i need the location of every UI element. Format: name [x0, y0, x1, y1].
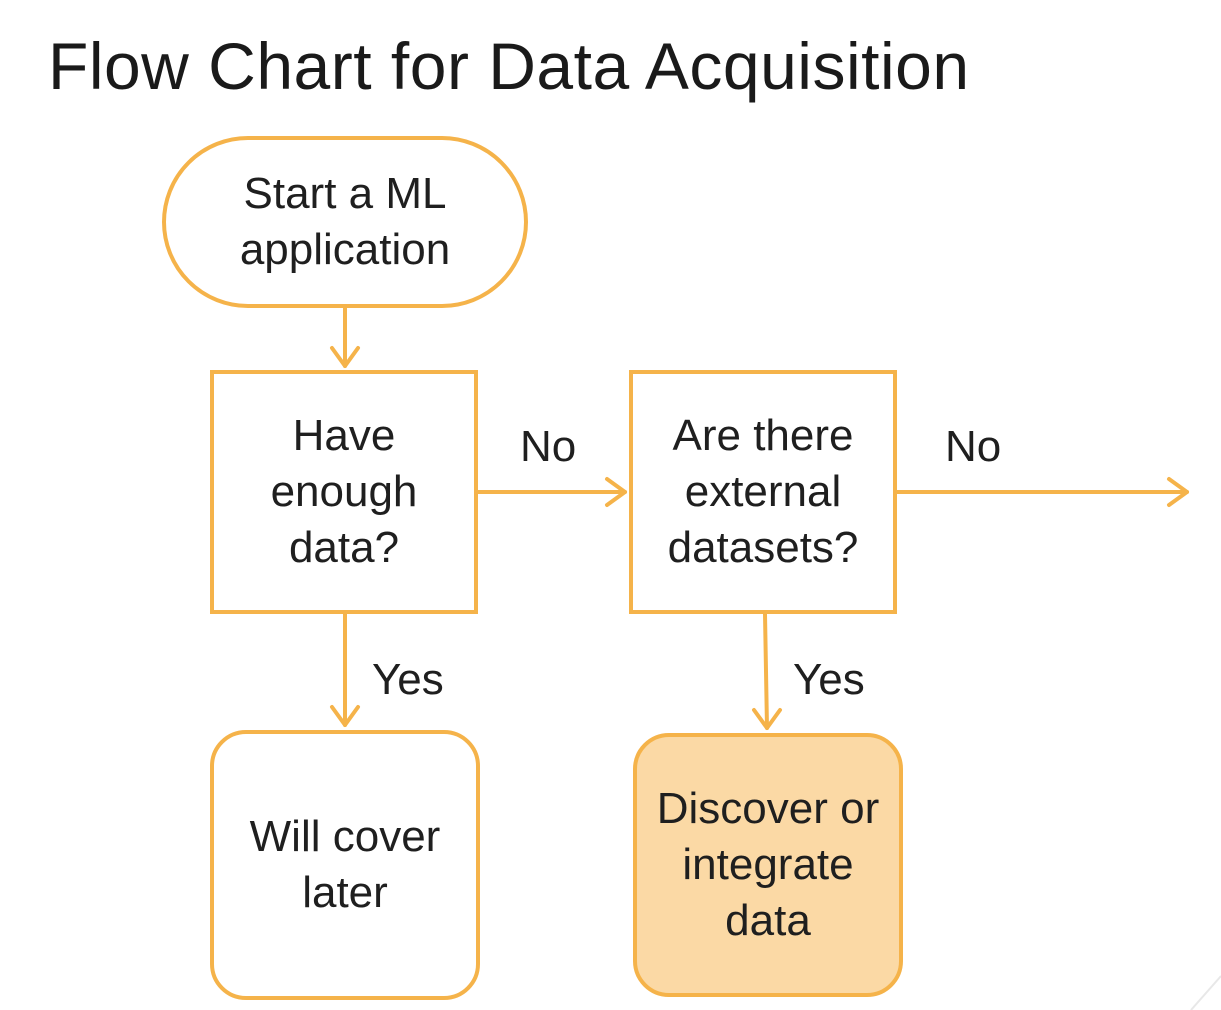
- edge-label-enough-no: No: [520, 422, 577, 471]
- discover-integrate-node: Discover or integrate data: [633, 733, 903, 997]
- discover-integrate-label: Discover or integrate data: [656, 784, 880, 945]
- will-cover-later-label: Will cover later: [249, 812, 441, 917]
- slide-corner-decoration: [1190, 975, 1221, 1010]
- edge-label-enough-yes: Yes: [372, 655, 444, 704]
- will-cover-later-node: Will cover later: [210, 730, 480, 1000]
- external-datasets-decision-node: Are there external datasets?: [629, 370, 897, 614]
- enough-data-label: Have enough data?: [270, 411, 418, 572]
- external-datasets-label: Are there external datasets?: [667, 411, 859, 572]
- enough-data-decision-node: Have enough data?: [210, 370, 478, 614]
- edge-label-external-yes: Yes: [793, 655, 865, 704]
- connector-external-yes: [763, 612, 769, 730]
- start-terminal-node: Start a ML application: [162, 136, 528, 308]
- flow-connectors: [330, 306, 1189, 730]
- edge-label-external-no: No: [945, 422, 1002, 471]
- start-node-label: Start a ML application: [239, 169, 451, 274]
